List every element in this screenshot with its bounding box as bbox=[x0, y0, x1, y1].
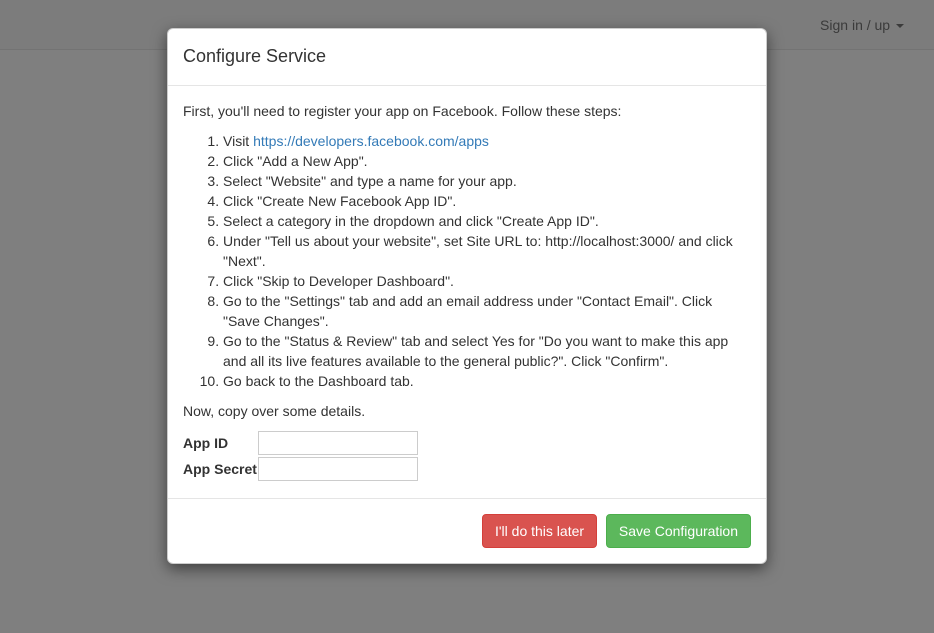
save-configuration-button[interactable]: Save Configuration bbox=[606, 514, 751, 548]
modal-body: First, you'll need to register your app … bbox=[168, 86, 766, 498]
configure-service-modal: Configure Service First, you'll need to … bbox=[167, 28, 767, 564]
do-later-button[interactable]: I'll do this later bbox=[482, 514, 597, 548]
app-secret-input[interactable] bbox=[258, 457, 418, 481]
instructions-list: Visit https://developers.facebook.com/ap… bbox=[183, 131, 751, 391]
step-text: Visit bbox=[223, 133, 253, 149]
developers-link[interactable]: https://developers.facebook.com/apps bbox=[253, 133, 489, 149]
list-item: Go to the "Settings" tab and add an emai… bbox=[223, 291, 751, 331]
modal-footer: I'll do this later Save Configuration bbox=[168, 498, 766, 563]
app-secret-row: App Secret bbox=[183, 457, 751, 481]
app-id-input[interactable] bbox=[258, 431, 418, 455]
app-id-row: App ID bbox=[183, 431, 751, 455]
copy-details-text: Now, copy over some details. bbox=[183, 401, 751, 421]
list-item: Select "Website" and type a name for you… bbox=[223, 171, 751, 191]
list-item: Under "Tell us about your website", set … bbox=[223, 231, 751, 271]
list-item: Go to the "Status & Review" tab and sele… bbox=[223, 331, 751, 371]
modal-intro: First, you'll need to register your app … bbox=[183, 101, 751, 121]
modal-header: Configure Service bbox=[168, 29, 766, 86]
app-secret-label: App Secret bbox=[183, 459, 258, 479]
app-id-label: App ID bbox=[183, 433, 258, 453]
list-item: Visit https://developers.facebook.com/ap… bbox=[223, 131, 751, 151]
list-item: Click "Skip to Developer Dashboard". bbox=[223, 271, 751, 291]
list-item: Select a category in the dropdown and cl… bbox=[223, 211, 751, 231]
modal-title: Configure Service bbox=[183, 44, 751, 70]
list-item: Click "Add a New App". bbox=[223, 151, 751, 171]
list-item: Go back to the Dashboard tab. bbox=[223, 371, 751, 391]
list-item: Click "Create New Facebook App ID". bbox=[223, 191, 751, 211]
